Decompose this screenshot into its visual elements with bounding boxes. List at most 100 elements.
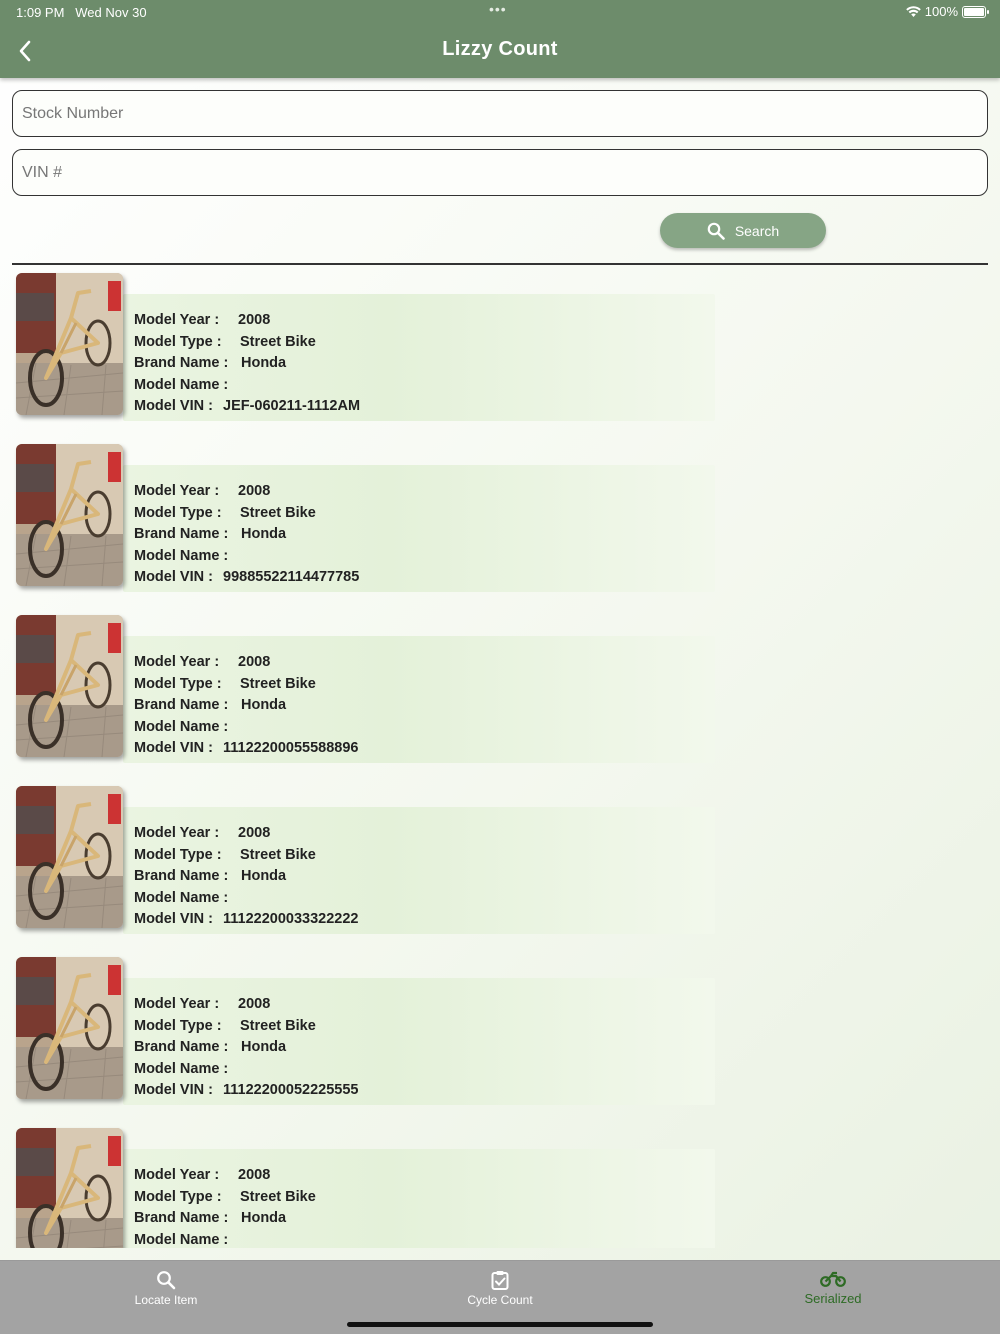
- model-name-label: Model Name :: [134, 1231, 229, 1248]
- model-type-label: Model Type :: [134, 1017, 222, 1034]
- model-vin-label: Model VIN :: [134, 740, 213, 756]
- model-year-value: 2008: [238, 996, 271, 1012]
- brand-name-row: Brand Name : Honda: [134, 355, 360, 377]
- model-type-value: Street Bike: [240, 846, 316, 863]
- model-name-label: Model Name :: [134, 718, 229, 735]
- model-year-label: Model Year :: [134, 825, 220, 841]
- bike-thumbnail: [16, 615, 123, 757]
- model-vin-row: Model VIN : 99885522114477785: [134, 569, 359, 591]
- results-list[interactable]: Model Year : 2008 Model Type : Street Bike…: [0, 266, 1000, 1248]
- brand-name-value: Honda: [241, 355, 287, 371]
- model-type-row: Model Type : Street Bike: [134, 1189, 316, 1211]
- model-vin-row: Model VIN : 11122200052225555: [134, 1082, 359, 1104]
- tab-label: Locate Item: [134, 1293, 198, 1307]
- model-name-row: Model Name :: [134, 377, 360, 399]
- item-fields: Model Year : 2008 Model Type : Street Bike…: [134, 654, 359, 762]
- model-vin-value: JEF-060211-1112AM: [223, 398, 361, 414]
- model-year-label: Model Year :: [134, 483, 220, 499]
- list-item[interactable]: Model Year : 2008 Model Type : Street Bike…: [0, 779, 1000, 939]
- search-icon: [157, 1271, 176, 1290]
- brand-name-value: Honda: [241, 868, 287, 884]
- model-vin-label: Model VIN :: [134, 569, 213, 585]
- model-vin-row: Model VIN : 11122200055588896: [134, 740, 359, 762]
- divider: [12, 263, 988, 265]
- model-vin-value: 99885522114477785: [223, 569, 360, 585]
- list-item[interactable]: Model Year : 2008 Model Type : Street Bike…: [0, 950, 1000, 1110]
- list-item[interactable]: Model Year : 2008 Model Type : Street Bike…: [0, 266, 1000, 426]
- model-type-value: Street Bike: [240, 1188, 316, 1205]
- list-item[interactable]: Model Year : 2008 Model Type : Street Bike…: [0, 437, 1000, 597]
- brand-name-row: Brand Name : Honda: [134, 697, 359, 719]
- search-icon: [707, 222, 725, 240]
- model-type-value: Street Bike: [240, 504, 316, 521]
- model-type-row: Model Type : Street Bike: [134, 1018, 359, 1040]
- tab-label: Serialized: [804, 1291, 862, 1306]
- stock-number-input[interactable]: [12, 90, 988, 137]
- model-name-row: Model Name :: [134, 719, 359, 741]
- model-type-row: Model Type : Street Bike: [134, 676, 359, 698]
- item-fields: Model Year : 2008 Model Type : Street Bike…: [134, 996, 359, 1104]
- bike-thumbnail: [16, 1128, 123, 1248]
- item-fields: Model Year : 2008 Model Type : Street Bike…: [134, 483, 359, 591]
- model-vin-label: Model VIN :: [134, 1082, 213, 1098]
- item-fields: Model Year : 2008 Model Type : Street Bike…: [134, 825, 359, 933]
- model-year-row: Model Year : 2008: [134, 996, 359, 1018]
- brand-name-value: Honda: [241, 697, 287, 713]
- brand-name-label: Brand Name :: [134, 1039, 229, 1055]
- model-year-row: Model Year : 2008: [134, 825, 359, 847]
- bike-thumbnail: [16, 444, 123, 586]
- model-year-value: 2008: [238, 312, 271, 328]
- brand-name-label: Brand Name :: [134, 697, 229, 713]
- brand-name-label: Brand Name :: [134, 526, 229, 542]
- model-name-row: Model Name :: [134, 890, 359, 912]
- brand-name-value: Honda: [241, 1210, 287, 1226]
- list-item[interactable]: Model Year : 2008 Model Type : Street Bike…: [0, 608, 1000, 768]
- brand-name-label: Brand Name :: [134, 1210, 229, 1226]
- model-year-label: Model Year :: [134, 654, 220, 670]
- brand-name-label: Brand Name :: [134, 355, 229, 371]
- tab-bar: Locate Item Cycle Count Serialized: [0, 1260, 1000, 1334]
- clipboard-check-icon: [491, 1271, 509, 1290]
- model-type-label: Model Type :: [134, 1188, 222, 1205]
- status-indicators: 100%: [905, 4, 989, 19]
- brand-name-value: Honda: [241, 526, 287, 542]
- tab-cycle-count[interactable]: Cycle Count: [400, 1261, 600, 1321]
- model-year-value: 2008: [238, 483, 271, 499]
- bike-thumbnail: [16, 957, 123, 1099]
- home-indicator[interactable]: [347, 1322, 653, 1327]
- tab-serialized[interactable]: Serialized: [733, 1261, 933, 1321]
- list-item[interactable]: Model Year : 2008 Model Type : Street Bike…: [0, 1121, 1000, 1248]
- brand-name-row: Brand Name : Honda: [134, 1039, 359, 1061]
- battery-icon: [962, 5, 989, 18]
- search-button[interactable]: Search: [660, 213, 826, 248]
- model-type-value: Street Bike: [240, 333, 316, 350]
- model-type-label: Model Type :: [134, 675, 222, 692]
- model-name-label: Model Name :: [134, 547, 229, 564]
- model-type-value: Street Bike: [240, 1017, 316, 1034]
- brand-name-value: Honda: [241, 1039, 287, 1055]
- model-type-value: Street Bike: [240, 675, 316, 692]
- model-vin-row: Model VIN : 11122200033322222: [134, 911, 359, 933]
- status-time: 1:09 PM Wed Nov 30: [16, 5, 147, 20]
- vin-input[interactable]: [12, 149, 988, 196]
- model-year-label: Model Year :: [134, 1167, 220, 1183]
- multitasking-dots[interactable]: •••: [489, 1, 507, 17]
- model-vin-value: 11122200052225555: [223, 1082, 359, 1098]
- search-button-label: Search: [734, 222, 780, 239]
- brand-name-label: Brand Name :: [134, 868, 229, 884]
- model-type-row: Model Type : Street Bike: [134, 847, 359, 869]
- model-name-row: Model Name :: [134, 548, 359, 570]
- app-header: 1:09 PM Wed Nov 30 ••• 100% Lizzy Count: [0, 0, 1000, 78]
- model-vin-value: 11122200055588896: [223, 740, 359, 756]
- model-type-label: Model Type :: [134, 504, 222, 521]
- model-vin-label: Model VIN :: [134, 398, 213, 414]
- battery-percent: 100%: [924, 4, 958, 19]
- tab-locate-item[interactable]: Locate Item: [66, 1261, 266, 1321]
- model-year-row: Model Year : 2008: [134, 483, 359, 505]
- status-date: Wed Nov 30: [75, 5, 147, 20]
- bike-thumbnail: [16, 786, 123, 928]
- model-type-label: Model Type :: [134, 846, 222, 863]
- model-year-label: Model Year :: [134, 996, 220, 1012]
- page-title: Lizzy Count: [442, 38, 558, 60]
- model-type-row: Model Type : Street Bike: [134, 505, 359, 527]
